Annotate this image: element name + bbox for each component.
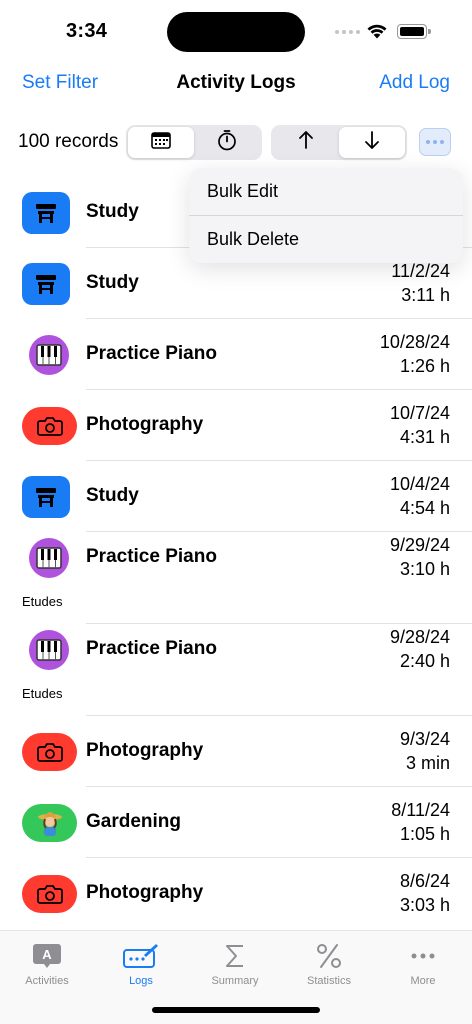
desk-activity-badge: [22, 191, 70, 234]
log-duration: 1:05 h: [399, 823, 450, 844]
log-duration: 3:11 h: [401, 284, 450, 305]
log-date: 10/7/24: [389, 402, 450, 423]
log-row[interactable]: Photography 10/7/24 4:31 h: [0, 390, 472, 461]
dynamic-island: [167, 12, 305, 52]
log-activity-name: Study: [86, 484, 139, 506]
record-count: 100 records: [18, 131, 119, 152]
log-row[interactable]: Practice Piano 9/28/24 2:40 h Etudes: [0, 624, 472, 716]
tab-more[interactable]: More: [376, 937, 470, 987]
log-row[interactable]: Gardening 8/11/24 1:05 h: [0, 787, 472, 858]
set-filter-button[interactable]: Set Filter: [22, 72, 98, 94]
log-activity-name: Study: [86, 271, 139, 293]
tab-logs[interactable]: Logs: [94, 937, 188, 987]
arrow-up-icon: [298, 130, 314, 155]
arrow-down-icon: [364, 130, 380, 155]
sort-descending-option[interactable]: [339, 127, 405, 158]
sort-field-segmented-control: [126, 125, 262, 160]
tab-summary-label: Summary: [211, 975, 259, 987]
sort-ascending-option[interactable]: [273, 127, 339, 158]
log-date: 10/4/24: [389, 473, 450, 494]
desk-activity-badge: [22, 262, 70, 305]
tab-logs-label: Logs: [129, 975, 153, 987]
tab-statistics[interactable]: Statistics: [282, 937, 376, 987]
tab-statistics-label: Statistics: [306, 975, 351, 987]
log-activity-name: Practice Piano: [86, 342, 217, 364]
cellular-signal-icon: [335, 30, 360, 34]
home-indicator: [152, 1007, 320, 1013]
tab-activities-label: Activities: [25, 975, 69, 987]
bulk-edit-menu-item[interactable]: Bulk Edit: [189, 168, 463, 215]
desk-icon: [33, 201, 59, 225]
logs-icon: [94, 937, 188, 975]
log-duration: 3:10 h: [399, 559, 450, 579]
log-note: Etudes: [22, 594, 63, 609]
log-date: 10/28/24: [379, 331, 450, 352]
sort-by-date-option[interactable]: [128, 127, 194, 158]
log-date: 9/28/24: [389, 627, 450, 647]
tab-summary[interactable]: Summary: [188, 937, 282, 987]
more-options-button[interactable]: [419, 128, 451, 156]
battery-icon: [397, 24, 431, 39]
log-activity-name: Study: [86, 200, 139, 222]
desk-icon: [33, 272, 59, 296]
log-duration: 4:54 h: [399, 497, 450, 518]
percent-icon: [282, 937, 376, 975]
camera-activity-badge: [22, 732, 77, 771]
sort-by-duration-option[interactable]: [194, 127, 260, 158]
log-date: 11/2/24: [391, 260, 450, 281]
add-log-button[interactable]: Add Log: [379, 72, 450, 94]
activities-icon: A: [0, 937, 94, 975]
piano-icon: [36, 343, 62, 366]
farmer-activity-badge: [22, 803, 77, 842]
camera-activity-badge: [22, 874, 77, 913]
camera-activity-badge: [22, 406, 77, 445]
desk-activity-badge: [22, 475, 70, 518]
wifi-icon: [366, 22, 388, 44]
activity-log-list: Study Study 11/2/24 3:11 h Practice Piano 10/…: [0, 177, 472, 929]
farmer-icon: [37, 809, 63, 837]
log-duration: 3 min: [405, 752, 450, 773]
piano-icon: [36, 639, 62, 661]
camera-icon: [36, 742, 63, 762]
log-row[interactable]: Practice Piano 10/28/24 1:26 h: [0, 319, 472, 390]
desk-icon: [33, 485, 59, 509]
tab-activities[interactable]: A Activities: [0, 937, 94, 987]
svg-text:A: A: [42, 947, 52, 962]
bulk-delete-menu-item[interactable]: Bulk Delete: [189, 216, 463, 263]
tab-more-label: More: [410, 975, 436, 987]
bulk-actions-menu: Bulk Edit Bulk Delete: [189, 168, 463, 263]
log-activity-name: Practice Piano: [86, 546, 217, 567]
sort-order-segmented-control: [271, 125, 407, 160]
log-note: Etudes: [22, 686, 63, 701]
camera-icon: [36, 884, 63, 904]
piano-activity-badge: [29, 334, 69, 375]
timer-icon: [217, 129, 237, 156]
log-row[interactable]: Photography 9/3/24 3 min: [0, 716, 472, 787]
log-duration: 4:31 h: [399, 426, 450, 447]
log-date: 8/6/24: [399, 870, 450, 891]
log-activity-name: Photography: [86, 881, 204, 903]
log-activity-name: Practice Piano: [86, 638, 217, 659]
log-date: 8/11/24: [391, 799, 450, 820]
log-activity-name: Photography: [86, 739, 204, 761]
piano-icon: [36, 547, 62, 569]
log-duration: 1:26 h: [399, 355, 450, 376]
log-activity-name: Gardening: [86, 810, 182, 832]
piano-activity-badge: [29, 630, 69, 670]
ellipsis-icon: [376, 937, 470, 975]
log-duration: 3:03 h: [399, 894, 450, 915]
log-duration: 2:40 h: [399, 651, 450, 671]
sigma-icon: [188, 937, 282, 975]
log-date: 9/3/24: [399, 728, 450, 749]
piano-activity-badge: [29, 538, 69, 578]
calendar-icon: [151, 131, 171, 154]
log-row[interactable]: Practice Piano 9/29/24 3:10 h Etudes: [0, 532, 472, 624]
status-bar: 3:34: [0, 0, 472, 62]
log-row[interactable]: Photography 8/6/24 3:03 h: [0, 858, 472, 929]
log-row[interactable]: Study 10/4/24 4:54 h: [0, 461, 472, 532]
log-date: 9/29/24: [389, 535, 450, 555]
log-activity-name: Photography: [86, 413, 204, 435]
camera-icon: [36, 416, 63, 436]
status-time: 3:34: [66, 20, 108, 42]
